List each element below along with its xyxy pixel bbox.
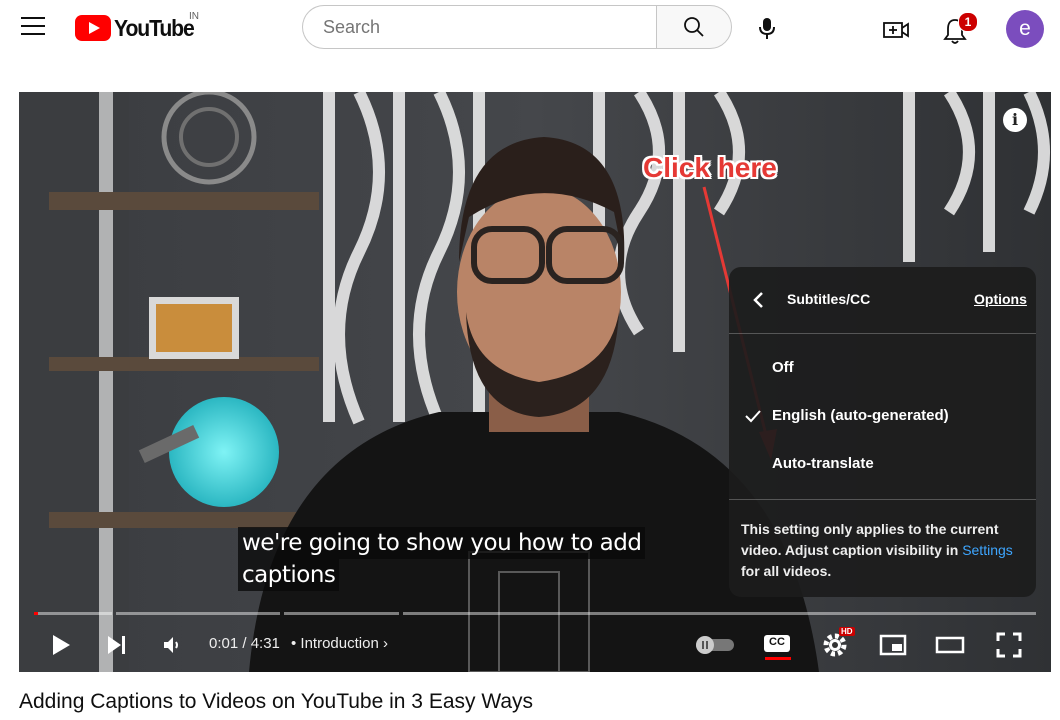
caption-overlay: we're going to show you how to add capti… [238, 527, 646, 591]
next-button[interactable] [99, 622, 135, 668]
subtitles-menu: Subtitles/CC Options Off English (auto-g… [729, 267, 1036, 597]
chapter-title: Introduction [300, 635, 379, 652]
chapter-button[interactable]: • Introduction › [291, 635, 388, 652]
logo-country-code: IN [189, 11, 199, 22]
chapter-segment [284, 612, 399, 615]
menu-note-suffix: for all videos. [741, 563, 832, 579]
miniplayer-button[interactable] [873, 622, 913, 668]
avatar[interactable]: e [1006, 10, 1044, 48]
cc-label: CC [769, 636, 785, 648]
volume-icon [164, 637, 178, 653]
info-button[interactable]: i [1003, 108, 1027, 132]
chapter-segment [116, 612, 280, 615]
chapter-segment [403, 612, 1036, 615]
autoplay-toggle[interactable] [693, 622, 737, 668]
menu-item-off[interactable]: Off [729, 346, 1036, 390]
hd-badge: HD [839, 627, 855, 636]
time-display: 0:01 / 4:31 [209, 635, 280, 652]
settings-button[interactable]: HD [815, 622, 855, 668]
youtube-logo[interactable]: YouTube IN [75, 11, 201, 43]
fullscreen-icon [996, 632, 1022, 658]
fullscreen-button[interactable] [989, 622, 1029, 668]
menu-options-link[interactable]: Options [974, 291, 1027, 307]
menu-note: This setting only applies to the current… [741, 519, 1026, 582]
volume-button[interactable] [155, 622, 191, 668]
annotation-label: Click here [643, 152, 777, 183]
captions-button[interactable]: CC [757, 622, 797, 668]
menu-item-label: English (auto-generated) [772, 407, 949, 424]
menu-title: Subtitles/CC [787, 291, 871, 307]
check-icon [745, 410, 761, 423]
mic-icon [759, 18, 775, 39]
video-player[interactable]: i Click here we're going to show you how… [19, 92, 1051, 672]
play-icon [53, 635, 70, 655]
menu-item-english[interactable]: English (auto-generated) [729, 394, 1036, 438]
voice-search-button[interactable] [747, 8, 787, 48]
menu-note-text: This setting only applies to the current… [741, 521, 999, 558]
notifications-button[interactable]: 1 [938, 12, 978, 48]
miniplayer-icon [879, 634, 907, 656]
menu-icon[interactable] [21, 17, 45, 37]
menu-divider [729, 499, 1036, 500]
notification-count-badge: 1 [958, 12, 978, 32]
menu-header: Subtitles/CC Options [729, 267, 1036, 334]
search-bar [302, 5, 734, 51]
skip-next-icon [108, 636, 125, 654]
settings-link[interactable]: Settings [962, 542, 1013, 558]
caption-line-1: we're going to show you how to add [238, 527, 646, 559]
progress-played [34, 612, 38, 615]
search-input[interactable] [302, 5, 656, 49]
caption-line-2: captions [238, 559, 340, 591]
menu-item-label: Off [772, 359, 794, 376]
youtube-play-logo-icon [75, 15, 111, 41]
create-button[interactable] [880, 14, 912, 46]
menu-item-auto-translate[interactable]: Auto-translate [729, 442, 1036, 486]
create-icon [883, 22, 909, 38]
logo-text: YouTube [114, 14, 195, 41]
player-controls: 0:01 / 4:31 • Introduction › CC HD [19, 622, 1051, 668]
play-button[interactable] [43, 622, 79, 668]
search-icon [684, 17, 704, 37]
chapter-segment [34, 612, 112, 615]
search-button[interactable] [656, 5, 732, 49]
theater-mode-button[interactable] [929, 622, 971, 668]
menu-item-label: Auto-translate [772, 455, 874, 472]
top-bar: YouTube IN 1 e [0, 0, 1060, 58]
theater-icon [935, 636, 965, 654]
chevron-left-icon[interactable] [749, 289, 769, 311]
progress-bar[interactable] [34, 612, 1036, 616]
autoplay-toggle-icon [696, 636, 734, 654]
video-title: Adding Captions to Videos on YouTube in … [19, 690, 534, 713]
